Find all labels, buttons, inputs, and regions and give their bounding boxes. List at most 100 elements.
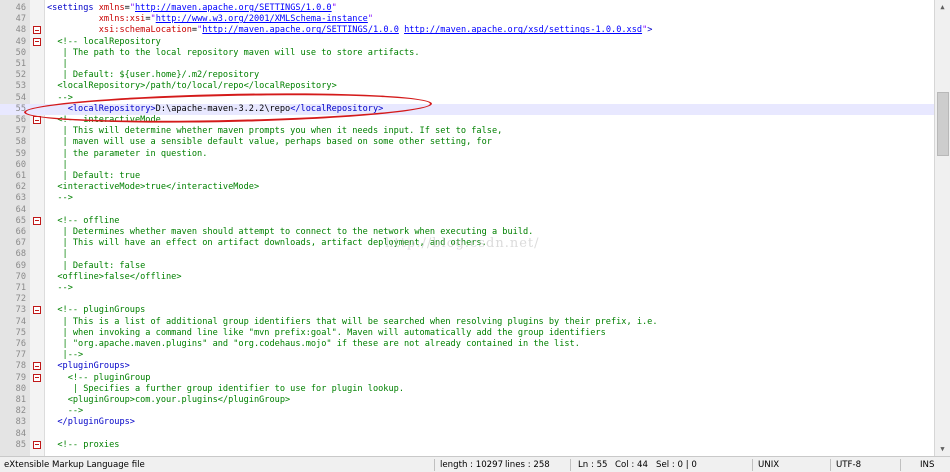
code-line[interactable]: 52 | Default: ${user.home}/.m2/repositor… — [0, 70, 934, 81]
status-divider — [752, 459, 753, 471]
code-token[interactable]: http://maven.apache.org/xsd/settings-1.0… — [404, 25, 642, 35]
code-token: D:\apache-maven-3.2.2\repo — [155, 103, 291, 114]
code-comment: | — [47, 249, 68, 260]
code-line[interactable]: 65 <!-- offline — [0, 216, 934, 227]
line-number: 65 — [15, 215, 26, 226]
code-comment: <!-- offline — [47, 215, 120, 226]
code-line[interactable]: 59 | the parameter in question. — [0, 149, 934, 160]
fold-toggle-icon[interactable] — [33, 216, 41, 225]
code-comment: | Specifies a further group identifier t… — [47, 383, 404, 394]
code-text: | "org.apache.maven.plugins" and "org.co… — [47, 339, 580, 350]
code-line[interactable]: 58 | maven will use a sensible default v… — [0, 137, 934, 148]
code-line[interactable]: 71 --> — [0, 283, 934, 294]
code-line[interactable]: 78 <pluginGroups> — [0, 361, 934, 372]
code-line[interactable]: 67 | This will have an effect on artifac… — [0, 238, 934, 249]
scroll-up-arrow-icon[interactable]: ▲ — [935, 0, 950, 14]
code-token[interactable]: http://maven.apache.org/SETTINGS/1.0.0 — [202, 25, 399, 35]
line-number: 80 — [15, 383, 26, 394]
code-text: <!-- pluginGroup — [47, 373, 151, 384]
code-line[interactable]: 70 <offline>false</offline> — [0, 272, 934, 283]
fold-toggle-icon[interactable] — [33, 306, 41, 315]
code-token[interactable]: http://www.w3.org/2001/XMLSchema-instanc… — [156, 14, 368, 24]
code-line[interactable]: 47 xmlns:xsi="http://www.w3.org/2001/XML… — [0, 14, 934, 25]
code-line[interactable]: 55 <localRepository>D:\apache-maven-3.2.… — [0, 103, 934, 115]
code-comment: | the parameter in question. — [47, 148, 208, 159]
fold-toggle-icon[interactable] — [33, 362, 41, 371]
code-token: > — [647, 25, 653, 36]
code-text: <offline>false</offline> — [47, 271, 182, 283]
code-line[interactable]: 73 <!-- pluginGroups — [0, 305, 934, 316]
code-line[interactable]: 85 <!-- proxies — [0, 440, 934, 451]
code-line[interactable]: 81 <pluginGroup>com.your.plugins</plugin… — [0, 395, 934, 406]
code-text: <pluginGroup>com.your.plugins</pluginGro… — [47, 395, 291, 406]
code-line[interactable]: 60 | — [0, 160, 934, 171]
code-line[interactable]: 51 | — [0, 59, 934, 70]
code-line[interactable]: 72 — [0, 294, 934, 305]
code-comment: <offline>false</offline> — [47, 271, 182, 282]
code-comment: <pluginGroup>com.your.plugins</pluginGro… — [47, 395, 291, 405]
fold-toggle-icon[interactable] — [33, 26, 41, 35]
code-text: | — [47, 59, 68, 70]
code-editor[interactable]: 46 <settings xmlns="http://maven.apache.o… — [0, 0, 934, 456]
line-number: 60 — [15, 159, 26, 170]
code-token: " — [331, 3, 337, 13]
line-number: 81 — [15, 395, 26, 405]
scroll-down-arrow-icon[interactable]: ▼ — [935, 442, 950, 456]
code-token: </pluginGroups> — [57, 417, 135, 428]
code-line[interactable]: 62 <interactiveMode>true</interactiveMod… — [0, 182, 934, 193]
line-number: 85 — [15, 439, 26, 450]
code-line[interactable]: 46 <settings xmlns="http://maven.apache.o… — [0, 3, 934, 14]
code-line[interactable]: 66 | Determines whether maven should att… — [0, 227, 934, 238]
code-line[interactable]: 54 --> — [0, 93, 934, 104]
code-token: </localRepository> — [290, 103, 384, 114]
code-line[interactable]: 74 | This is a list of additional group … — [0, 317, 934, 328]
code-line[interactable]: 84 — [0, 429, 934, 440]
code-comment: <localRepository>/path/to/local/repo</lo… — [47, 81, 337, 92]
code-line[interactable]: 63 --> — [0, 193, 934, 204]
fold-toggle-icon[interactable] — [33, 37, 41, 46]
fold-toggle-icon[interactable] — [33, 373, 41, 382]
fold-toggle-icon[interactable] — [33, 116, 41, 124]
code-line[interactable]: 64 — [0, 205, 934, 216]
code-line[interactable]: 82 --> — [0, 406, 934, 417]
line-number: 71 — [15, 283, 26, 293]
code-line[interactable]: 79 <!-- pluginGroup — [0, 373, 934, 384]
scroll-thumb[interactable] — [937, 92, 949, 156]
code-line[interactable]: 83 </pluginGroups> — [0, 417, 934, 428]
code-line[interactable]: 61 | Default: true — [0, 171, 934, 182]
code-comment: <!-- pluginGroups — [47, 305, 146, 316]
code-comment: | This will determine whether maven prom… — [47, 126, 503, 137]
code-line[interactable]: 69 | Default: false — [0, 261, 934, 272]
code-token: <pluginGroups> — [57, 361, 130, 372]
code-comment: | — [47, 59, 68, 69]
code-line[interactable]: 77 |--> — [0, 350, 934, 361]
line-number: 64 — [15, 204, 26, 215]
code-line[interactable]: 53 <localRepository>/path/to/local/repo<… — [0, 81, 934, 92]
vertical-scrollbar[interactable]: ▲ ▼ — [934, 0, 950, 456]
code-line[interactable]: 76 | "org.apache.maven.plugins" and "org… — [0, 339, 934, 350]
code-line[interactable]: 68 | — [0, 249, 934, 260]
status-divider — [830, 459, 831, 471]
code-token[interactable]: http://maven.apache.org/SETTINGS/1.0.0 — [135, 3, 332, 13]
code-line[interactable]: 56 <!-- interactiveMode — [0, 115, 934, 126]
code-line[interactable]: 48 xsi:schemaLocation="http://maven.apac… — [0, 25, 934, 36]
status-insert-mode: INS — [920, 460, 935, 470]
code-text: <!-- proxies — [47, 440, 119, 451]
line-number: 70 — [15, 271, 26, 282]
line-number: 48 — [15, 25, 26, 36]
code-text: | Determines whether maven should attemp… — [47, 227, 534, 238]
code-line[interactable]: 50 | The path to the local repository ma… — [0, 48, 934, 59]
status-lines: lines : 258 — [505, 460, 550, 470]
code-line[interactable]: 49 <!-- localRepository — [0, 37, 934, 48]
code-line[interactable]: 57 | This will determine whether maven p… — [0, 126, 934, 137]
line-number: 57 — [15, 126, 26, 137]
code-line[interactable]: 75 | when invoking a command line like "… — [0, 328, 934, 339]
code-line[interactable]: 80 | Specifies a further group identifie… — [0, 384, 934, 395]
code-text: xsi:schemaLocation="http://maven.apache.… — [47, 25, 653, 36]
status-eol: UNIX — [758, 460, 780, 470]
fold-toggle-icon[interactable] — [33, 440, 41, 449]
code-text: <settings xmlns="http://maven.apache.org… — [47, 3, 337, 14]
